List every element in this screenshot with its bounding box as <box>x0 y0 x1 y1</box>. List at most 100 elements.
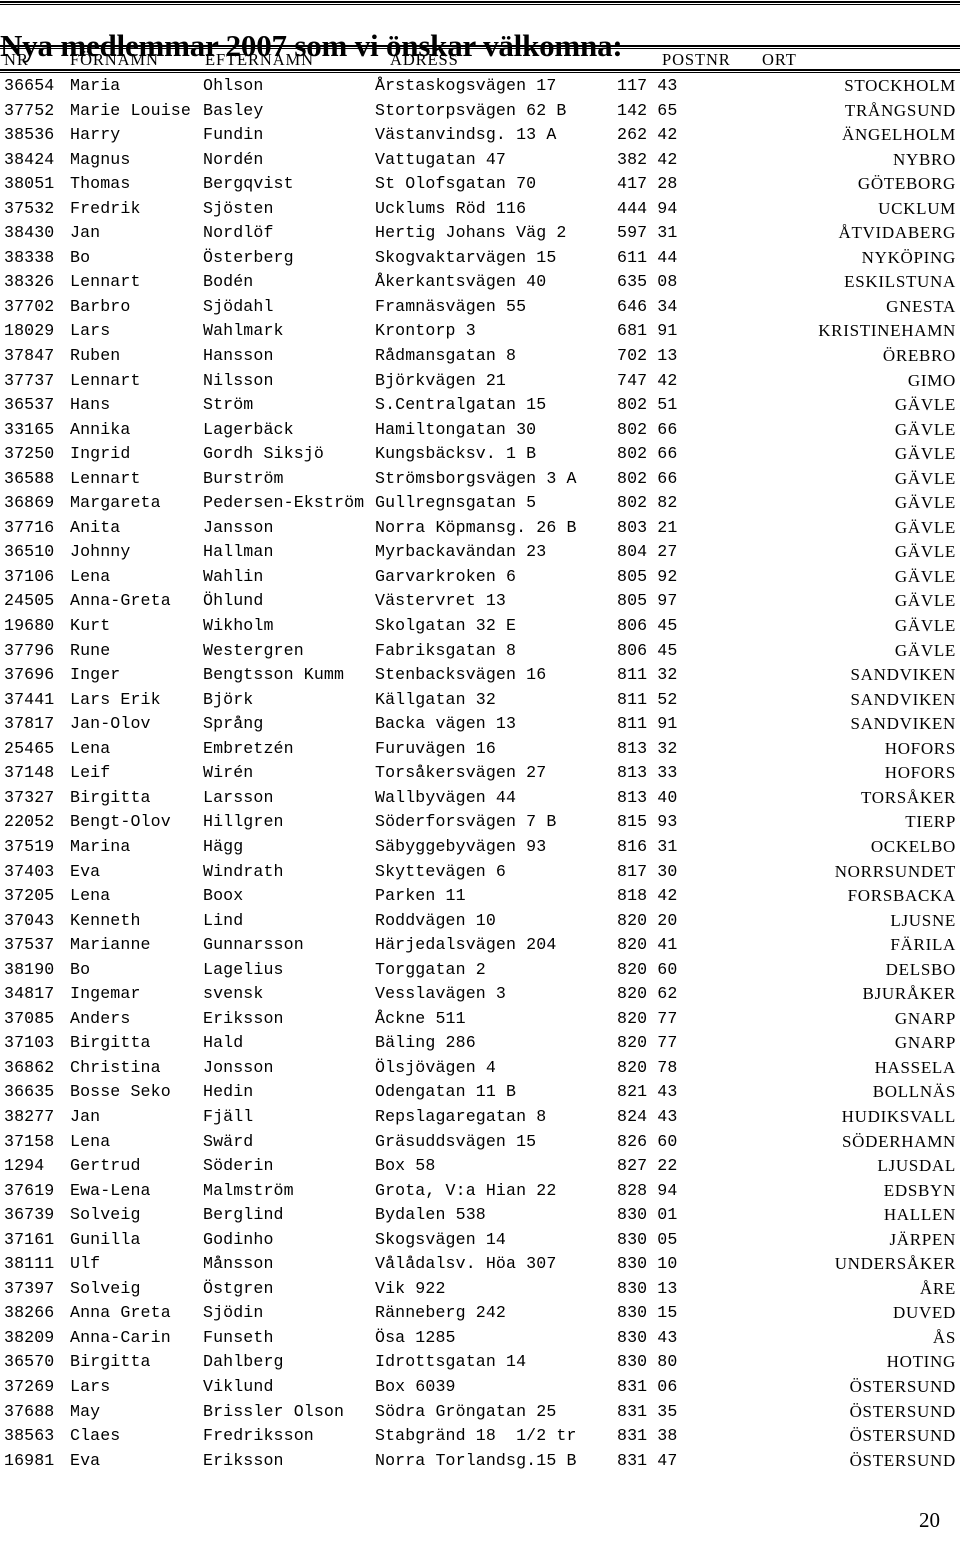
cell-ort: ÖSTERSUND <box>849 1426 956 1446</box>
table-row: 37737 Lennart Nilsson Björkvägen 21 747 42 GI… <box>0 369 960 394</box>
cell-ort: HOFORS <box>884 763 956 783</box>
cell-ort: FORSBACKA <box>847 886 956 906</box>
cell-ort: ÅS <box>932 1327 956 1347</box>
column-header-postnr: POSTNR <box>662 50 731 69</box>
table-row: 16981 Eva Eriksson Norra Torlandsg.15 B 831 … <box>0 1449 960 1474</box>
cell-ort: GÄVLE <box>894 616 956 636</box>
table-row: 24505 Anna-Greta Öhlund Västervret 13 805 97… <box>0 589 960 614</box>
cell-ort: SANDVIKEN <box>850 714 956 734</box>
table-header-row: NR FÖRNAMN EFTERNAMN ADRESS POSTNR ORT <box>0 50 960 70</box>
cell-ort: DELSBO <box>885 959 956 979</box>
cell-ort: TORSÅKER <box>860 787 956 807</box>
column-header-nr: NR <box>4 50 29 69</box>
table-row: 37619 Ewa-Lena Malmström Grota, V:a Hian 22… <box>0 1179 960 1204</box>
table-row: 18029 Lars Wahlmark Krontorp 3 681 91 KRISTIN… <box>0 319 960 344</box>
table-row: 37148 Leif Wirén Torsåkersvägen 27 813 33 HOF… <box>0 761 960 786</box>
table-row: 38424 Magnus Nordén Vattugatan 47 382 42 NYBR… <box>0 148 960 173</box>
cell-ort: HOTING <box>886 1352 956 1372</box>
table-row: 38326 Lennart Bodén Åkerkantsvägen 40 635 08… <box>0 270 960 295</box>
column-header-fornamn: FÖRNAMN <box>70 50 159 69</box>
cell-ort: GNARP <box>894 1033 956 1053</box>
page-number: 20 <box>919 1508 940 1532</box>
table-row: 37441 Lars Erik Björk Källgatan 32 811 52 SAN… <box>0 688 960 713</box>
cell-ort: ÖSTERSUND <box>849 1401 956 1421</box>
cell-ort: GÄVLE <box>894 566 956 586</box>
table-row: 37716 Anita Jansson Norra Köpmansg. 26 B 803… <box>0 516 960 541</box>
cell-ort: GIMO <box>907 370 956 390</box>
table-row: 38266 Anna Greta Sjödin Ränneberg 242 830 15… <box>0 1301 960 1326</box>
cell-ort: SANDVIKEN <box>850 689 956 709</box>
table-row: 37688 May Brissler Olson Södra Gröngatan 25… <box>0 1400 960 1425</box>
cell-ort: OCKELBO <box>870 836 956 856</box>
table-row: 37817 Jan-Olov Språng Backa vägen 13 811 91 S… <box>0 712 960 737</box>
member-table-body: 36654 Maria Ohlson Årstaskogsvägen 17 117 43… <box>0 74 960 1473</box>
cell-ort: GÖTEBORG <box>857 174 956 194</box>
table-row: 22052 Bengt-Olov Hillgren Söderforsvägen 7 … <box>0 810 960 835</box>
table-row: 36654 Maria Ohlson Årstaskogsvägen 17 117 43… <box>0 74 960 99</box>
table-row: 36869 Margareta Pedersen-Ekström Gullregnsg… <box>0 491 960 516</box>
table-row: 37106 Lena Wahlin Garvarkroken 6 805 92 GÄVLE <box>0 565 960 590</box>
cell-ort: GÄVLE <box>894 640 956 660</box>
cell-ort: GNARP <box>894 1008 956 1028</box>
table-row: 38563 Claes Fredriksson Stabgränd 18 1/2 tr… <box>0 1424 960 1449</box>
cell-ort: FÄRILA <box>890 935 956 955</box>
table-row: 37519 Marina Hägg Säbyggebyvägen 93 816 31 OC… <box>0 835 960 860</box>
cell-ort: GÄVLE <box>894 493 956 513</box>
cell-ort: JÄRPEN <box>889 1229 956 1249</box>
table-row: 37752 Marie Louise Basley Stortorpsvägen 62… <box>0 99 960 124</box>
table-row: 37085 Anders Eriksson Åckne 511 820 77 GNARP <box>0 1007 960 1032</box>
table-row: 37847 Ruben Hansson Rådmansgatan 8 702 13 ÖRE… <box>0 344 960 369</box>
cell-ort: SANDVIKEN <box>850 665 956 685</box>
cell-ort: GÄVLE <box>894 444 956 464</box>
table-row: 37327 Birgitta Larsson Wallbyvägen 44 813 40… <box>0 786 960 811</box>
column-header-ort: ORT <box>762 50 797 69</box>
table-row: 33165 Annika Lagerbäck Hamiltongatan 30 802 … <box>0 418 960 443</box>
table-row: 37158 Lena Swärd Gräsuddsvägen 15 826 60 SÖDE… <box>0 1130 960 1155</box>
column-header-adress: ADRESS <box>390 50 459 69</box>
table-row: 37532 Fredrik Sjösten Ucklums Röd 116 444 94… <box>0 197 960 222</box>
cell-ort: GÄVLE <box>894 419 956 439</box>
cell-ort: HALLEN <box>883 1205 956 1225</box>
cell-ort: ESKILSTUNA <box>844 272 956 292</box>
cell-ort: STOCKHOLM <box>844 76 956 95</box>
cell-ort: NORRSUNDET <box>834 861 956 881</box>
top-rule <box>0 1 960 5</box>
cell-ort: HASSELA <box>874 1057 956 1077</box>
cell-ort: NYKÖPING <box>861 247 956 267</box>
table-row: 37043 Kenneth Lind Roddvägen 10 820 20 LJUSNE <box>0 909 960 934</box>
cell-ort: HUDIKSVALL <box>841 1106 956 1126</box>
cell-ort: UCKLUM <box>878 198 956 218</box>
table-row: 37696 Inger Bengtsson Kumm Stenbacksvägen 1… <box>0 663 960 688</box>
table-row: 37537 Marianne Gunnarsson Härjedalsvägen 20… <box>0 933 960 958</box>
title-rule <box>0 45 960 49</box>
table-row: 19680 Kurt Wikholm Skolgatan 32 E 806 45 GÄVL… <box>0 614 960 639</box>
table-row: 38209 Anna-Carin Funseth Ösa 1285 830 43 ÅS <box>0 1326 960 1351</box>
table-row: 25465 Lena Embretzén Furuvägen 16 813 32 HOFO… <box>0 737 960 762</box>
cell-ort: TIERP <box>905 812 956 832</box>
cell-ort: TRÅNGSUND <box>844 100 956 120</box>
table-row: 36537 Hans Ström S.Centralgatan 15 802 51 GÄV… <box>0 393 960 418</box>
cell-ort: NYBRO <box>892 149 956 169</box>
table-row: 38111 Ulf Månsson Vålådalsv. Höa 307 830 10 U… <box>0 1252 960 1277</box>
cell-ort: HOFORS <box>884 738 956 758</box>
table-row: 38338 Bo Österberg Skogvaktarvägen 15 611 44… <box>0 246 960 271</box>
table-row: 38190 Bo Lagelius Torggatan 2 820 60 DELSBO <box>0 958 960 983</box>
cell-ort: LJUSNE <box>890 910 956 930</box>
table-row: 36588 Lennart Burström Strömsborgsvägen 3 A… <box>0 467 960 492</box>
cell-ort: GÄVLE <box>894 542 956 562</box>
cell-ort: BOLLNÄS <box>872 1082 956 1102</box>
cell-ort: ÄNGELHOLM <box>842 125 956 145</box>
cell-ort: SÖDERHAMN <box>842 1131 956 1151</box>
cell-ort: GÄVLE <box>894 517 956 537</box>
table-row: 38536 Harry Fundin Västanvindsg. 13 A 262 42… <box>0 123 960 148</box>
table-row: 37205 Lena Boox Parken 11 818 42 FORSBACKA <box>0 884 960 909</box>
table-row: 37269 Lars Viklund Box 6039 831 06 ÖSTERSUND <box>0 1375 960 1400</box>
table-row: 36862 Christina Jonsson Ölsjövägen 4 820 78 H… <box>0 1056 960 1081</box>
cell-ort: ÅRE <box>919 1278 956 1298</box>
table-row: 37103 Birgitta Hald Bäling 286 820 77 GNARP <box>0 1031 960 1056</box>
cell-ort: GÄVLE <box>894 468 956 488</box>
table-row: 1294 Gertrud Söderin Box 58 827 22 LJUSDAL <box>0 1154 960 1179</box>
cell-ort: KRISTINEHAMN <box>818 321 956 341</box>
cell-ort: GÄVLE <box>894 395 956 415</box>
table-row: 37397 Solveig Östgren Vik 922 830 13 ÅRE <box>0 1277 960 1302</box>
